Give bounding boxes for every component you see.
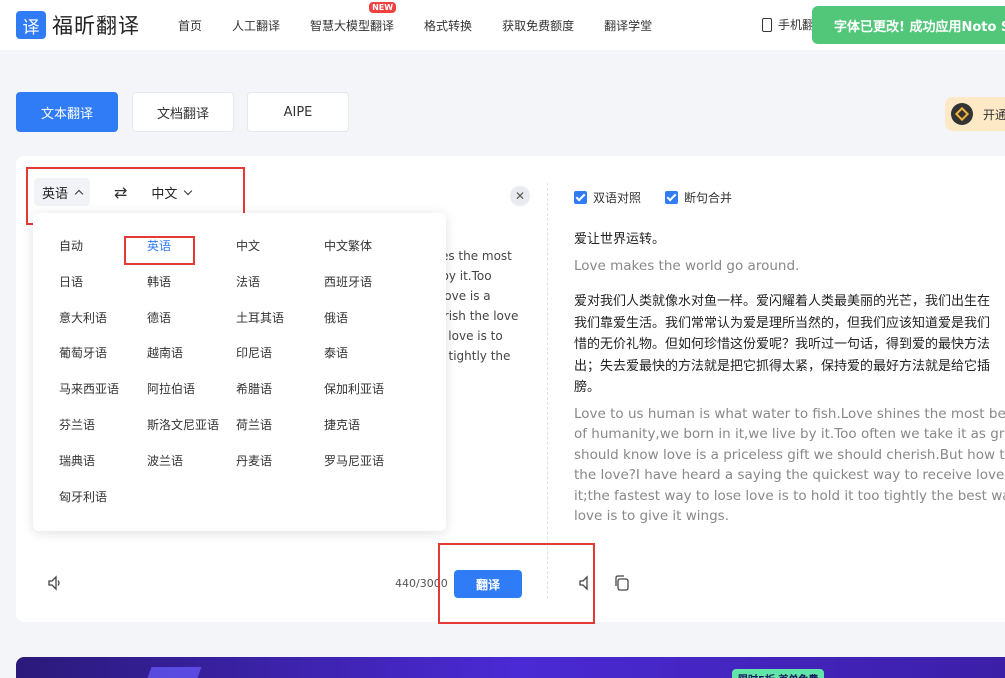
lang-option[interactable]: 保加利亚语 — [324, 380, 412, 416]
output-line: 出；失去爱最快的方法就是把它抓得太紧，保持爱的最好方法就是给它插 — [574, 358, 991, 374]
speaker-icon[interactable] — [578, 575, 594, 591]
speaker-icon[interactable] — [47, 575, 63, 591]
output-line: Love to us human is what water to fish.L… — [574, 406, 1005, 422]
vip-icon — [951, 103, 973, 125]
lang-option[interactable]: 芬兰语 — [59, 416, 147, 452]
logo-mark: 译 — [16, 11, 46, 39]
lang-option[interactable]: 土耳其语 — [236, 309, 324, 345]
lang-option[interactable]: 捷克语 — [324, 416, 412, 452]
lang-option[interactable]: 波兰语 — [147, 452, 236, 488]
top-nav-bar: 译 福昕翻译 首页 人工翻译 智慧大模型翻译 NEW 格式转换 获取免费额度 翻… — [0, 0, 1005, 50]
pane-divider — [547, 183, 548, 599]
nav-free-quota[interactable]: 获取免费额度 — [502, 17, 574, 34]
language-grid: 自动 英语 中文 中文繁体 日语 韩语 法语 西班牙语 意大利语 德语 土耳其语… — [59, 237, 412, 523]
nav-llm-label: 智慧大模型翻译 — [310, 19, 395, 33]
tab-document-translation[interactable]: 文档翻译 — [132, 92, 234, 132]
vip-button[interactable]: 开通 — [945, 97, 1005, 131]
nav-llm-translation[interactable]: 智慧大模型翻译 NEW — [310, 2, 397, 34]
nav-academy[interactable]: 翻译学堂 — [604, 17, 652, 34]
lang-option[interactable]: 中文 — [236, 237, 324, 273]
lang-option[interactable]: 日语 — [59, 273, 147, 309]
lang-option[interactable]: 法语 — [236, 273, 324, 309]
lang-option[interactable]: 匈牙利语 — [59, 488, 147, 524]
output-line: 惜的无价礼物。但如何珍惜这份爱呢？我听过一句话，得到爱的最快方法 — [574, 337, 991, 352]
bilingual-label: 双语对照 — [593, 191, 642, 205]
nav-home[interactable]: 首页 — [178, 17, 202, 34]
mobile-translate-link[interactable]: 手机翻 — [762, 16, 814, 33]
tab-text-translation[interactable]: 文本翻译 — [16, 92, 118, 132]
phone-icon — [762, 17, 772, 32]
vip-label: 开通 — [983, 107, 1005, 122]
output-line: should know love is a priceless gift we … — [574, 446, 1005, 463]
tab-aipe[interactable]: AIPE — [247, 92, 349, 132]
lang-option[interactable]: 中文繁体 — [324, 237, 412, 273]
output-line: 我们靠爱生活。我们常常认为爱是理所当然的，但我们应该知道爱是我们 — [574, 315, 991, 331]
lang-option[interactable]: 丹麦语 — [236, 452, 324, 488]
banner-decoration — [140, 667, 202, 678]
logo[interactable]: 译 福昕翻译 — [16, 10, 140, 40]
lang-option[interactable]: 阿拉伯语 — [147, 380, 236, 416]
lang-option[interactable]: 泰语 — [324, 344, 412, 380]
output-line: 膀。 — [574, 380, 601, 395]
output-line: of humanity,we born in it,we live by it.… — [574, 426, 1005, 443]
lang-option[interactable]: 斯洛文尼亚语 — [147, 416, 236, 452]
nav-human-translation[interactable]: 人工翻译 — [232, 17, 280, 34]
logo-text: 福昕翻译 — [52, 14, 140, 38]
lang-option[interactable]: 希腊语 — [236, 380, 324, 416]
bilingual-checkbox[interactable]: 双语对照 — [574, 189, 641, 206]
output-title-zh: 爱让世界运转。 — [574, 232, 666, 247]
nav-format-convert[interactable]: 格式转换 — [424, 17, 472, 34]
banner-tag: 限时5折 首单免费 — [732, 669, 825, 678]
lang-option[interactable]: 西班牙语 — [324, 273, 412, 309]
output-line: 爱对我们人类就像水对鱼一样。爱闪耀着人类最美丽的光芒，我们出生在 — [574, 294, 991, 309]
lang-option[interactable]: 马来西亚语 — [59, 380, 147, 416]
lang-option[interactable]: 德语 — [147, 309, 236, 345]
output-line: love is to give it wings. — [574, 508, 729, 525]
merge-sentences-checkbox[interactable]: 断句合并 — [665, 189, 732, 206]
output-title-en: Love makes the world go around. — [574, 258, 800, 274]
lang-option[interactable]: 瑞典语 — [59, 452, 147, 488]
lang-option[interactable]: 罗马尼亚语 — [324, 452, 412, 488]
lang-option[interactable]: 葡萄牙语 — [59, 344, 147, 380]
lang-option[interactable]: 韩语 — [147, 273, 236, 309]
output-body-zh: 爱对我们人类就像水对鱼一样。爱闪耀着人类最美丽的光芒，我们出生在 我们靠爱生活。… — [574, 291, 1005, 399]
highlight-box-translate — [438, 543, 595, 624]
checkbox-checked-icon — [665, 191, 679, 204]
close-icon[interactable]: ✕ — [510, 186, 530, 206]
main-nav: 首页 人工翻译 智慧大模型翻译 NEW 格式转换 获取免费额度 翻译学堂 — [178, 2, 652, 34]
language-dropdown: 自动 英语 中文 中文繁体 日语 韩语 法语 西班牙语 意大利语 德语 土耳其语… — [33, 213, 446, 531]
merge-label: 断句合并 — [684, 191, 733, 205]
font-changed-toast: 字体已更改! 成功应用Noto S — [812, 6, 1005, 44]
promo-banner[interactable]: 限时5折 首单免费 — [16, 657, 1005, 678]
lang-option[interactable]: 俄语 — [324, 309, 412, 345]
lang-option[interactable]: 印尼语 — [236, 344, 324, 380]
output-line: the love?I have heard a saying the quick… — [574, 467, 1005, 484]
highlight-box-english — [124, 236, 195, 265]
new-badge: NEW — [369, 2, 397, 13]
lang-option[interactable]: 意大利语 — [59, 309, 147, 345]
output-line: it;the fastest way to lose love is to ho… — [574, 487, 1005, 504]
lang-option[interactable]: 越南语 — [147, 344, 236, 380]
mobile-label: 手机翻 — [778, 18, 815, 32]
lang-option[interactable]: 荷兰语 — [236, 416, 324, 452]
output-options: 双语对照 断句合并 — [574, 189, 756, 206]
copy-icon[interactable] — [614, 575, 630, 591]
checkbox-checked-icon — [574, 191, 587, 204]
output-body-en: Love to us human is what water to fish.L… — [574, 404, 1005, 526]
